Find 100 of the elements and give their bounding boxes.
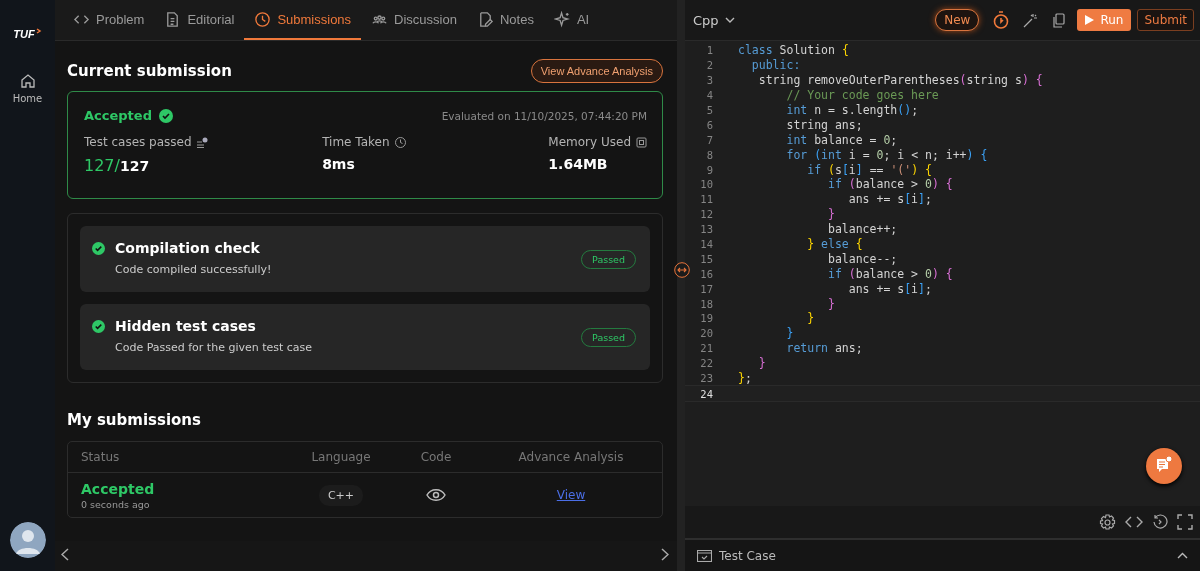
checkbox-window-icon — [697, 549, 712, 562]
line-number: 22 — [699, 357, 713, 370]
code-line: } — [806, 311, 815, 326]
magic-wand-icon[interactable] — [1023, 12, 1039, 28]
play-icon — [1085, 15, 1095, 25]
line-number: 18 — [699, 297, 713, 310]
check-title: Compilation check — [115, 240, 261, 256]
code-line: } — [827, 296, 835, 311]
code-line: } else { — [806, 237, 863, 251]
line-number: 14 — [699, 238, 713, 250]
line-number: 6 — [705, 118, 713, 131]
line-number: 16 — [699, 267, 713, 280]
check-icon — [92, 320, 105, 333]
copy-icon[interactable] — [1052, 12, 1066, 28]
tab[interactable]: Problem — [63, 0, 155, 40]
status-text: Accepted — [84, 108, 152, 123]
code-line: balance++; — [827, 222, 898, 237]
line-number: 9 — [705, 163, 713, 176]
settings-icon[interactable] — [1099, 513, 1116, 531]
stat-label: Test cases passed — [84, 135, 192, 149]
section-title: Current submission — [67, 62, 232, 80]
avatar[interactable] — [9, 522, 46, 558]
status-text: Accepted — [81, 480, 156, 497]
fullscreen-icon[interactable] — [1177, 514, 1193, 530]
line-number: 19 — [699, 312, 713, 325]
line-number: 5 — [705, 104, 713, 116]
logo[interactable]: TUF — [13, 28, 42, 40]
tab[interactable]: AI — [543, 0, 600, 40]
check-icon — [158, 108, 173, 123]
tab[interactable]: Discussion — [361, 0, 467, 40]
column-header: Status — [80, 450, 121, 464]
code-line: string ans; — [785, 117, 863, 132]
submitted-time: 0 seconds ago — [81, 498, 151, 510]
clock-icon — [254, 10, 272, 28]
code-line: int balance = 0; — [785, 132, 898, 147]
line-number: 11 — [699, 193, 713, 206]
stopwatch-icon[interactable] — [993, 11, 1010, 29]
line-number: 7 — [705, 133, 713, 146]
chevron-left-icon[interactable] — [61, 547, 69, 561]
tab[interactable]: Notes — [466, 0, 544, 40]
column-header: Advance Analysis — [517, 450, 625, 464]
line-number: 20 — [699, 327, 713, 340]
new-button[interactable]: New — [935, 9, 980, 31]
line-number: 2 — [705, 59, 713, 72]
evaluated-time: Evaluated on 11/10/2025, 07:44:20 PM — [441, 109, 647, 122]
line-number: 12 — [699, 208, 713, 221]
line-number: 3 — [705, 74, 713, 87]
chevron-down-icon — [724, 17, 735, 23]
test-case-bar[interactable]: Test Case — [685, 540, 1200, 571]
code-line: balance--; — [827, 251, 898, 266]
section-title: My submissions — [67, 411, 202, 429]
code-line: if (s[i] == '(') { — [806, 162, 932, 177]
history-icon[interactable] — [1152, 514, 1168, 530]
code-line: public: — [750, 58, 801, 73]
code-line: for (int i = 0; i < n; i++) { — [785, 147, 988, 162]
view-analysis-button[interactable]: View Advance Analysis — [530, 59, 663, 83]
submit-button[interactable]: Submit — [1137, 9, 1194, 31]
code-line: ans += s[i]; — [847, 192, 932, 207]
code-icon[interactable] — [1125, 515, 1143, 529]
stat-value: 8ms — [322, 156, 356, 172]
chevron-up-icon — [1177, 552, 1188, 559]
check-title: Hidden test cases — [115, 318, 257, 334]
stat-label: Memory Used — [548, 135, 631, 149]
code-line: // Your code goes here — [785, 88, 939, 103]
code-line: if (balance > 0) { — [827, 266, 953, 281]
eye-icon[interactable] — [426, 488, 446, 502]
line-number: 21 — [699, 342, 713, 355]
stat-value: 1.64MB — [548, 156, 609, 172]
line-number: 13 — [699, 223, 713, 236]
list-icon — [196, 136, 208, 148]
code-line: if (balance > 0) { — [827, 177, 953, 192]
code-line: } — [827, 207, 835, 222]
chip-icon — [636, 136, 647, 148]
line-number: 4 — [705, 89, 713, 102]
code-line: string removeOuterParentheses(string s) { — [757, 73, 1043, 88]
code-line: }; — [738, 371, 752, 386]
code-line: } — [785, 326, 794, 341]
stat-label: Time Taken — [322, 135, 390, 149]
home-icon — [19, 73, 36, 89]
tab[interactable]: Submissions — [244, 0, 362, 40]
line-number: 23 — [699, 372, 713, 385]
sidebar-item[interactable]: Home — [8, 71, 47, 106]
view-link[interactable]: View — [556, 488, 586, 502]
tab[interactable]: Editorial — [154, 0, 245, 40]
line-number: 24 — [699, 387, 713, 400]
code-line: } — [757, 356, 766, 371]
line-number: 8 — [705, 148, 713, 161]
code-line: ans += s[i]; — [847, 281, 932, 296]
language-tag: C++ — [318, 484, 364, 506]
clock-icon — [394, 136, 406, 148]
code-line: class Solution { — [738, 43, 849, 58]
check-icon — [92, 242, 105, 255]
column-header: Language — [310, 450, 372, 464]
add-note-button[interactable] — [1146, 448, 1182, 484]
line-number: 17 — [699, 282, 713, 295]
resize-handle-icon[interactable] — [674, 262, 690, 278]
sparkle-icon — [553, 10, 571, 28]
language-dropdown[interactable]: Cpp — [693, 12, 735, 28]
chevron-right-icon[interactable] — [661, 547, 669, 561]
stat-value: 127/127 — [84, 156, 151, 175]
